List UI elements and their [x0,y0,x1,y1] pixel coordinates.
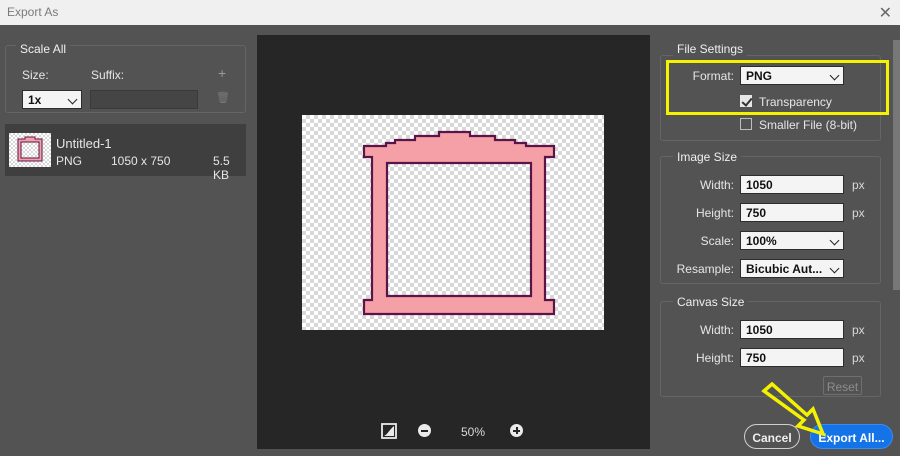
resample-value: Bicubic Aut... [746,262,823,276]
window-title: Export As [7,5,59,19]
preview-area: 50% [257,35,650,449]
smaller-file-checkbox[interactable] [740,118,752,130]
image-scale-select[interactable]: 100% [740,231,844,250]
title-bar: Export As ✕ [0,0,900,25]
image-height-label: Height: [695,206,734,220]
highlight-box [666,60,889,115]
image-height-input[interactable]: 750 [740,203,844,222]
canvas-height-input[interactable]: 750 [740,348,844,367]
chevron-down-icon [67,94,78,105]
resample-label: Resample: [676,262,734,276]
chevron-down-icon [829,235,840,246]
scale-select[interactable]: 1x [22,90,82,109]
zoom-in-icon[interactable] [510,424,523,437]
file-settings-title: File Settings [673,42,748,56]
scale-label: Scale: [700,234,734,248]
resample-select[interactable]: Bicubic Aut... [740,259,844,278]
trash-icon[interactable]: 🗑 [216,91,230,104]
suffix-input[interactable] [90,90,198,109]
canvas-height-label: Height: [695,351,734,365]
suffix-label: Suffix: [91,68,125,82]
canvas-size-title: Canvas Size [673,295,749,309]
asset-dimensions: 1050 x 750 [111,154,171,168]
asset-row[interactable]: Untitled-1 PNG 1050 x 750 5.5 KB [5,124,246,182]
image-width-label: Width: [699,178,734,192]
asset-format: PNG [56,154,83,168]
asset-name: Untitled-1 [56,136,112,151]
image-size-title: Image Size [673,150,742,164]
chevron-down-icon [829,263,840,274]
preview-canvas [302,115,604,330]
canvas-width-unit: px [852,323,865,337]
frame-artwork [362,130,556,316]
scale-select-value: 1x [28,93,42,107]
close-icon[interactable]: ✕ [879,3,892,23]
zoom-out-icon[interactable] [418,424,431,437]
asset-filesize: 5.5 KB [213,154,230,182]
image-height-unit: px [852,206,865,220]
scale-all-title: Scale All [16,42,71,56]
image-scale-value: 100% [746,234,777,248]
size-label: Size: [22,68,49,82]
smaller-file-label[interactable]: Smaller File (8-bit) [759,118,857,132]
arrow-annotation-icon [761,382,827,437]
asset-thumbnail [9,133,51,167]
image-width-input[interactable]: 1050 [740,175,844,194]
toggle-preview-icon[interactable] [381,423,397,439]
image-width-unit: px [852,178,865,192]
zoom-level: 50% [461,425,486,439]
add-scale-icon[interactable]: + [218,65,226,81]
canvas-width-label: Width: [699,323,734,337]
canvas-height-unit: px [852,351,865,365]
canvas-width-input[interactable]: 1050 [740,320,844,339]
settings-scrollbar[interactable] [893,40,900,290]
